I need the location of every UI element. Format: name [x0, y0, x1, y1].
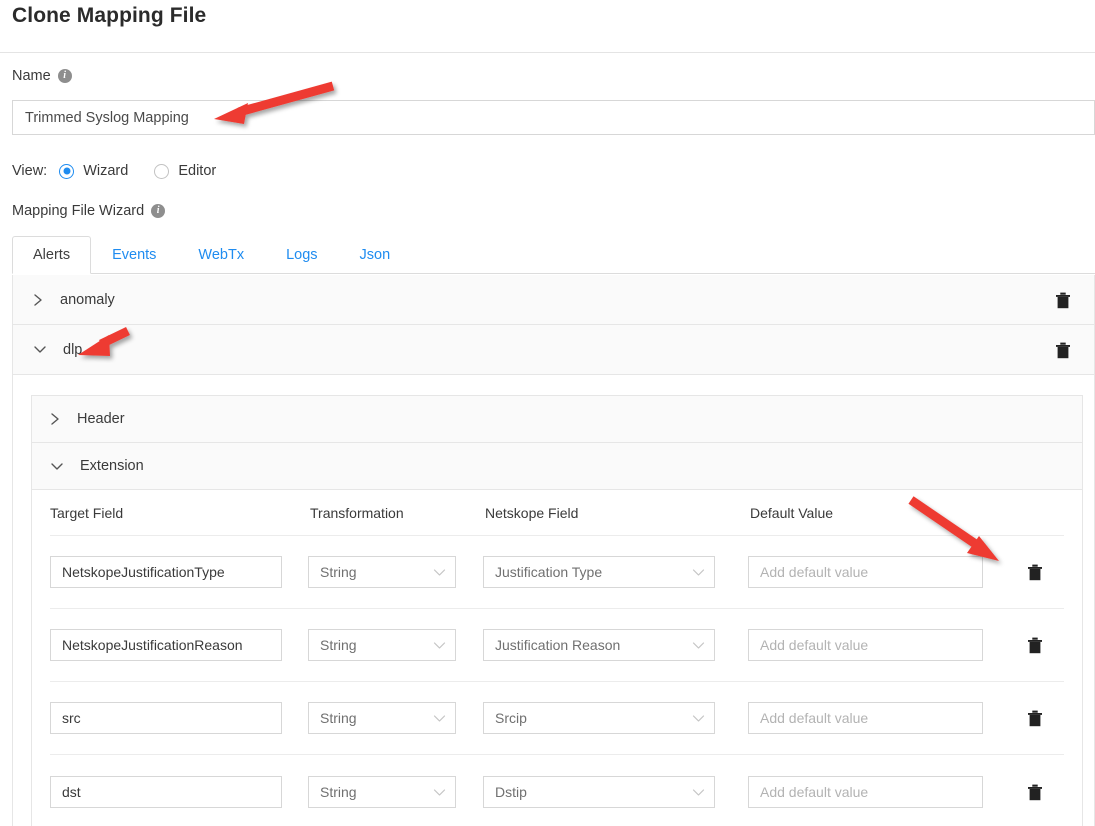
- radio-editor-indicator[interactable]: [154, 163, 170, 179]
- chevron-down-icon: [692, 564, 705, 580]
- name-label: Name: [12, 68, 51, 84]
- delete-row-button[interactable]: [1010, 708, 1070, 728]
- wizard-tabs: Alerts Events WebTx Logs Json: [12, 236, 1095, 274]
- delete-row-button[interactable]: [1010, 562, 1070, 582]
- netskope-field-select[interactable]: Justification Reason: [483, 629, 715, 661]
- name-label-row: Name i: [12, 68, 72, 84]
- target-field-input[interactable]: [50, 556, 282, 588]
- group-row-anomaly[interactable]: anomaly: [12, 275, 1095, 325]
- netskope-field-select[interactable]: Srcip: [483, 702, 715, 734]
- transformation-select[interactable]: String: [308, 556, 456, 588]
- table-row: String Srcip: [50, 682, 1064, 755]
- delete-group-anomaly-button[interactable]: [1054, 290, 1072, 310]
- page-title: Clone Mapping File: [12, 4, 207, 27]
- radio-editor-label: Editor: [178, 163, 217, 179]
- subsection-label-extension: Extension: [80, 458, 144, 474]
- netskope-field-select-value: Justification Type: [495, 564, 603, 580]
- info-icon[interactable]: i: [151, 204, 166, 218]
- group-row-dlp[interactable]: dlp: [12, 325, 1095, 375]
- column-header-default-value: Default Value: [750, 504, 834, 521]
- netskope-field-select[interactable]: Dstip: [483, 775, 715, 808]
- chevron-down-icon: [692, 637, 705, 653]
- group-label-dlp: dlp: [63, 341, 83, 358]
- netskope-field-select[interactable]: Justification Type: [483, 556, 715, 588]
- transformation-select[interactable]: String: [308, 629, 456, 661]
- delete-row-button[interactable]: [1010, 782, 1070, 802]
- subsection-row-extension[interactable]: Extension: [32, 443, 1082, 490]
- extension-mapping-table: Target Field Transformation Netskope Fie…: [32, 490, 1082, 826]
- tab-webtx[interactable]: WebTx: [177, 236, 265, 274]
- target-field-input[interactable]: [50, 629, 282, 661]
- transformation-select-value: String: [320, 564, 357, 580]
- chevron-down-icon[interactable]: [33, 344, 47, 355]
- radio-wizard-indicator[interactable]: [59, 163, 75, 179]
- table-row: String Dstip: [50, 755, 1064, 826]
- netskope-field-select-value: Justification Reason: [495, 637, 621, 653]
- dlp-sections-panel: Header Extension Target Field Transforma…: [31, 395, 1083, 826]
- title-divider: [0, 52, 1095, 53]
- info-icon[interactable]: i: [57, 69, 72, 83]
- name-input[interactable]: [12, 100, 1095, 135]
- radio-option-wizard[interactable]: Wizard: [59, 163, 128, 179]
- subsection-row-header[interactable]: Header: [32, 396, 1082, 443]
- default-value-input[interactable]: [748, 775, 983, 808]
- dlp-group-body: Header Extension Target Field Transforma…: [12, 375, 1095, 826]
- group-label-anomaly: anomaly: [60, 291, 115, 308]
- mapping-file-wizard-label: Mapping File Wizard: [12, 203, 145, 219]
- transformation-select-value: String: [320, 783, 357, 800]
- radio-option-editor[interactable]: Editor: [154, 163, 216, 179]
- column-header-transformation: Transformation: [310, 504, 404, 521]
- mapping-file-wizard-label-row: Mapping File Wizard i: [12, 203, 166, 219]
- subsection-label-header: Header: [77, 411, 125, 427]
- chevron-down-icon: [433, 637, 446, 653]
- netskope-field-select-value: Dstip: [495, 783, 527, 800]
- tab-events[interactable]: Events: [91, 236, 177, 274]
- chevron-right-icon[interactable]: [33, 293, 44, 307]
- netskope-field-select-value: Srcip: [495, 710, 527, 726]
- transformation-select-value: String: [320, 637, 357, 653]
- delete-row-button[interactable]: [1010, 635, 1070, 655]
- column-header-target-field: Target Field: [50, 504, 124, 521]
- tab-alerts[interactable]: Alerts: [12, 236, 92, 274]
- target-field-input[interactable]: [50, 702, 282, 734]
- transformation-select-value: String: [320, 710, 357, 726]
- view-radio-group: View: Wizard Editor: [12, 163, 242, 179]
- view-label: View:: [12, 163, 48, 179]
- tab-logs[interactable]: Logs: [265, 236, 338, 274]
- chevron-down-icon: [433, 784, 446, 800]
- table-row: String Justification Reason: [50, 609, 1064, 682]
- transformation-select[interactable]: String: [308, 775, 456, 808]
- default-value-input[interactable]: [748, 556, 983, 588]
- column-header-netskope-field: Netskope Field: [485, 504, 579, 521]
- chevron-down-icon: [433, 564, 446, 580]
- tab-json[interactable]: Json: [339, 236, 412, 274]
- delete-group-dlp-button[interactable]: [1054, 340, 1072, 360]
- chevron-right-icon[interactable]: [50, 412, 61, 426]
- transformation-select[interactable]: String: [308, 702, 456, 734]
- chevron-down-icon: [433, 710, 446, 726]
- default-value-input[interactable]: [748, 702, 983, 734]
- chevron-down-icon[interactable]: [50, 461, 64, 472]
- target-field-input[interactable]: [50, 775, 282, 808]
- table-row: String Justification Type: [50, 536, 1064, 609]
- chevron-down-icon: [692, 784, 705, 800]
- radio-wizard-label: Wizard: [83, 163, 129, 179]
- clone-mapping-file-dialog: Clone Mapping File Name i View: Wizard E…: [0, 0, 1095, 826]
- default-value-input[interactable]: [748, 629, 983, 661]
- chevron-down-icon: [692, 710, 705, 726]
- table-header-row: Target Field Transformation Netskope Fie…: [50, 490, 1064, 536]
